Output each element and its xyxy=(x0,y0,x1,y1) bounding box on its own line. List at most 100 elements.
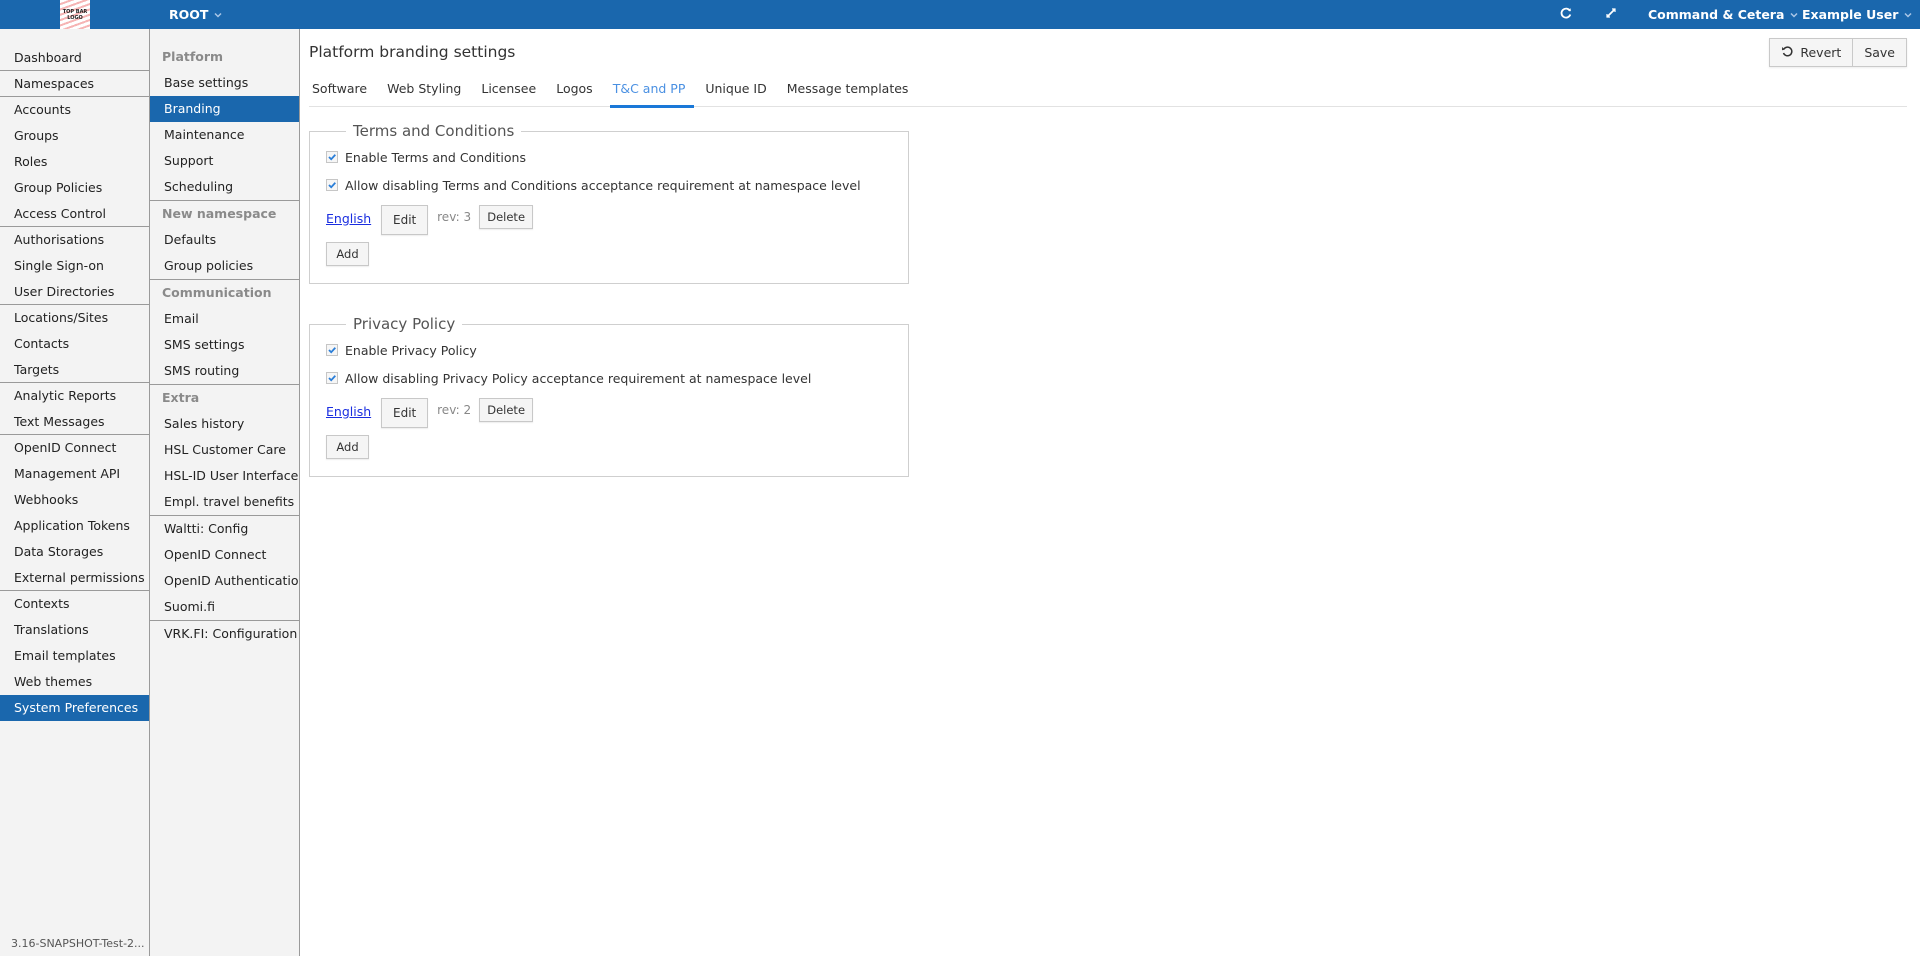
subnav-item-suomi-fi[interactable]: Suomi.fi xyxy=(150,594,299,620)
subnav-item-hsl-customer-care[interactable]: HSL Customer Care xyxy=(150,437,299,463)
save-button[interactable]: Save xyxy=(1852,39,1906,66)
subnav-group: New namespace Defaults Group policies xyxy=(150,201,299,280)
subnav-header-extra: Extra xyxy=(162,390,200,405)
privacy-language-row: English Edit rev: 2 Delete xyxy=(326,398,892,428)
subnav-item-sms-routing[interactable]: SMS routing xyxy=(150,358,299,384)
subnav-item-hsl-id-user-interface[interactable]: HSL-ID User Interface xyxy=(150,463,299,489)
subnav-item-openid-authentication-c[interactable]: OpenID Authentication c xyxy=(150,568,299,594)
allow-disabling-terms-checkbox[interactable]: Allow disabling Terms and Conditions acc… xyxy=(326,176,892,194)
undo-icon xyxy=(1781,45,1794,61)
sidebar-item-system-preferences[interactable]: System Preferences xyxy=(0,695,149,721)
sidebar-item-user-directories[interactable]: User Directories xyxy=(0,279,149,305)
checkbox-checked-icon[interactable] xyxy=(326,179,338,191)
terms-delete-button[interactable]: Delete xyxy=(479,205,534,229)
tab-message-templates[interactable]: Message templates xyxy=(784,76,918,107)
tab-logos[interactable]: Logos xyxy=(553,76,602,107)
subnav-item-branding[interactable]: Branding xyxy=(150,96,299,122)
sidebar-item-groups[interactable]: Groups xyxy=(0,123,149,149)
expand-icon xyxy=(1604,6,1618,23)
sidebar-item-data-storages[interactable]: Data Storages xyxy=(0,539,149,565)
terms-add-button[interactable]: Add xyxy=(326,242,369,266)
sidebar-item-authorisations[interactable]: Authorisations xyxy=(0,227,149,253)
subnav-group: Extra Sales history HSL Customer Care HSL-I… xyxy=(150,385,299,516)
organization-menu[interactable]: Command & Cetera xyxy=(1648,0,1799,29)
subnav-item-defaults[interactable]: Defaults xyxy=(150,227,299,253)
subnav-item-scheduling[interactable]: Scheduling xyxy=(150,174,299,200)
privacy-edit-button[interactable]: Edit xyxy=(381,398,429,428)
tab-licensee[interactable]: Licensee xyxy=(478,76,545,107)
subnav-group: VRK.FI: Configuration xyxy=(150,621,299,647)
subnav-group: Waltti: Config OpenID Connect OpenID Authe… xyxy=(150,516,299,621)
tab-software[interactable]: Software xyxy=(309,76,376,107)
sidebar-item-locations-sites[interactable]: Locations/Sites xyxy=(0,305,149,331)
user-menu[interactable]: Example User xyxy=(1802,0,1913,29)
sidebar-item-web-themes[interactable]: Web themes xyxy=(0,669,149,695)
sidebar-item-webhooks[interactable]: Webhooks xyxy=(0,487,149,513)
privacy-add-button[interactable]: Add xyxy=(326,435,369,459)
organization-label: Command & Cetera xyxy=(1648,7,1785,22)
tab-unique-id[interactable]: Unique ID xyxy=(702,76,775,107)
chevron-down-icon xyxy=(1903,10,1913,20)
sidebar-item-namespaces[interactable]: Namespaces xyxy=(0,71,149,97)
sidebar-item-roles[interactable]: Roles xyxy=(0,149,149,175)
refresh-button[interactable] xyxy=(1554,0,1578,29)
subnav-item-waltti-config[interactable]: Waltti: Config xyxy=(150,516,299,542)
root-namespace-menu[interactable]: ROOT xyxy=(169,0,223,29)
checkbox-checked-icon[interactable] xyxy=(326,372,338,384)
topbar-logo[interactable]: TOP BAR LOGO xyxy=(60,0,90,29)
sidebar-item-contacts[interactable]: Contacts xyxy=(0,331,149,357)
subnav-item-sms-settings[interactable]: SMS settings xyxy=(150,332,299,358)
sidebar-item-analytic-reports[interactable]: Analytic Reports xyxy=(0,383,149,409)
privacy-add-row: Add xyxy=(326,435,892,459)
refresh-icon xyxy=(1559,6,1573,23)
sidebar-item-access-control[interactable]: Access Control xyxy=(0,201,149,227)
logo-line-2: LOGO xyxy=(67,14,83,21)
tab-web-styling[interactable]: Web Styling xyxy=(384,76,470,107)
sidebar-item-accounts[interactable]: Accounts xyxy=(0,97,149,123)
sidebar-item-application-tokens[interactable]: Application Tokens xyxy=(0,513,149,539)
allow-disabling-terms-label: Allow disabling Terms and Conditions acc… xyxy=(345,177,861,193)
allow-disabling-privacy-checkbox[interactable]: Allow disabling Privacy Policy acceptanc… xyxy=(326,369,892,387)
subnav-item-support[interactable]: Support xyxy=(150,148,299,174)
enable-privacy-label: Enable Privacy Policy xyxy=(345,342,477,358)
sidebar-item-external-permissions[interactable]: External permissions xyxy=(0,565,149,591)
terms-language-row: English Edit rev: 3 Delete xyxy=(326,205,892,235)
revert-button[interactable]: Revert xyxy=(1770,39,1853,66)
sidebar-item-email-templates[interactable]: Email templates xyxy=(0,643,149,669)
enable-terms-checkbox[interactable]: Enable Terms and Conditions xyxy=(326,148,892,166)
subnav-item-maintenance[interactable]: Maintenance xyxy=(150,122,299,148)
terms-edit-button[interactable]: Edit xyxy=(381,205,429,235)
sidebar-item-targets[interactable]: Targets xyxy=(0,357,149,383)
subnav-item-group-policies[interactable]: Group policies xyxy=(150,253,299,279)
subnav-item-openid-connect[interactable]: OpenID Connect xyxy=(150,542,299,568)
terms-and-conditions-section: Terms and Conditions Enable Terms and Co… xyxy=(309,122,909,284)
secondary-nav-list: Platform Base settings Branding Maintenance… xyxy=(150,29,299,647)
sidebar-item-group-policies[interactable]: Group Policies xyxy=(0,175,149,201)
sidebar-item-dashboard[interactable]: Dashboard xyxy=(0,45,149,71)
terms-add-row: Add xyxy=(326,242,892,266)
privacy-language-link[interactable]: English xyxy=(326,404,371,419)
subnav-group: Platform Base settings Branding Maintenance… xyxy=(150,44,299,201)
privacy-legend: Privacy Policy xyxy=(353,315,456,333)
subnav-item-email[interactable]: Email xyxy=(150,306,299,332)
enable-privacy-checkbox[interactable]: Enable Privacy Policy xyxy=(326,341,892,359)
sidebar-item-single-sign-on[interactable]: Single Sign-on xyxy=(0,253,149,279)
tab-t-c-and-pp[interactable]: T&C and PP xyxy=(609,76,695,108)
sidebar-item-text-messages[interactable]: Text Messages xyxy=(0,409,149,435)
privacy-delete-button[interactable]: Delete xyxy=(479,398,534,422)
subnav-item-empl-travel-benefits[interactable]: Empl. travel benefits xyxy=(150,489,299,515)
page-title: Platform branding settings xyxy=(309,43,516,61)
subnav-item-vrk-fi-configuration[interactable]: VRK.FI: Configuration xyxy=(150,621,299,647)
sidebar-item-translations[interactable]: Translations xyxy=(0,617,149,643)
subnav-item-base-settings[interactable]: Base settings xyxy=(150,70,299,96)
sidebar-item-openid-connect[interactable]: OpenID Connect xyxy=(0,435,149,461)
root-label: ROOT xyxy=(169,7,209,22)
checkbox-checked-icon[interactable] xyxy=(326,151,338,163)
checkbox-checked-icon[interactable] xyxy=(326,344,338,356)
sidebar-item-contexts[interactable]: Contexts xyxy=(0,591,149,617)
terms-language-link[interactable]: English xyxy=(326,211,371,226)
expand-button[interactable] xyxy=(1599,0,1623,29)
subnav-item-sales-history[interactable]: Sales history xyxy=(150,411,299,437)
user-label: Example User xyxy=(1802,7,1899,22)
sidebar-item-management-api[interactable]: Management API xyxy=(0,461,149,487)
